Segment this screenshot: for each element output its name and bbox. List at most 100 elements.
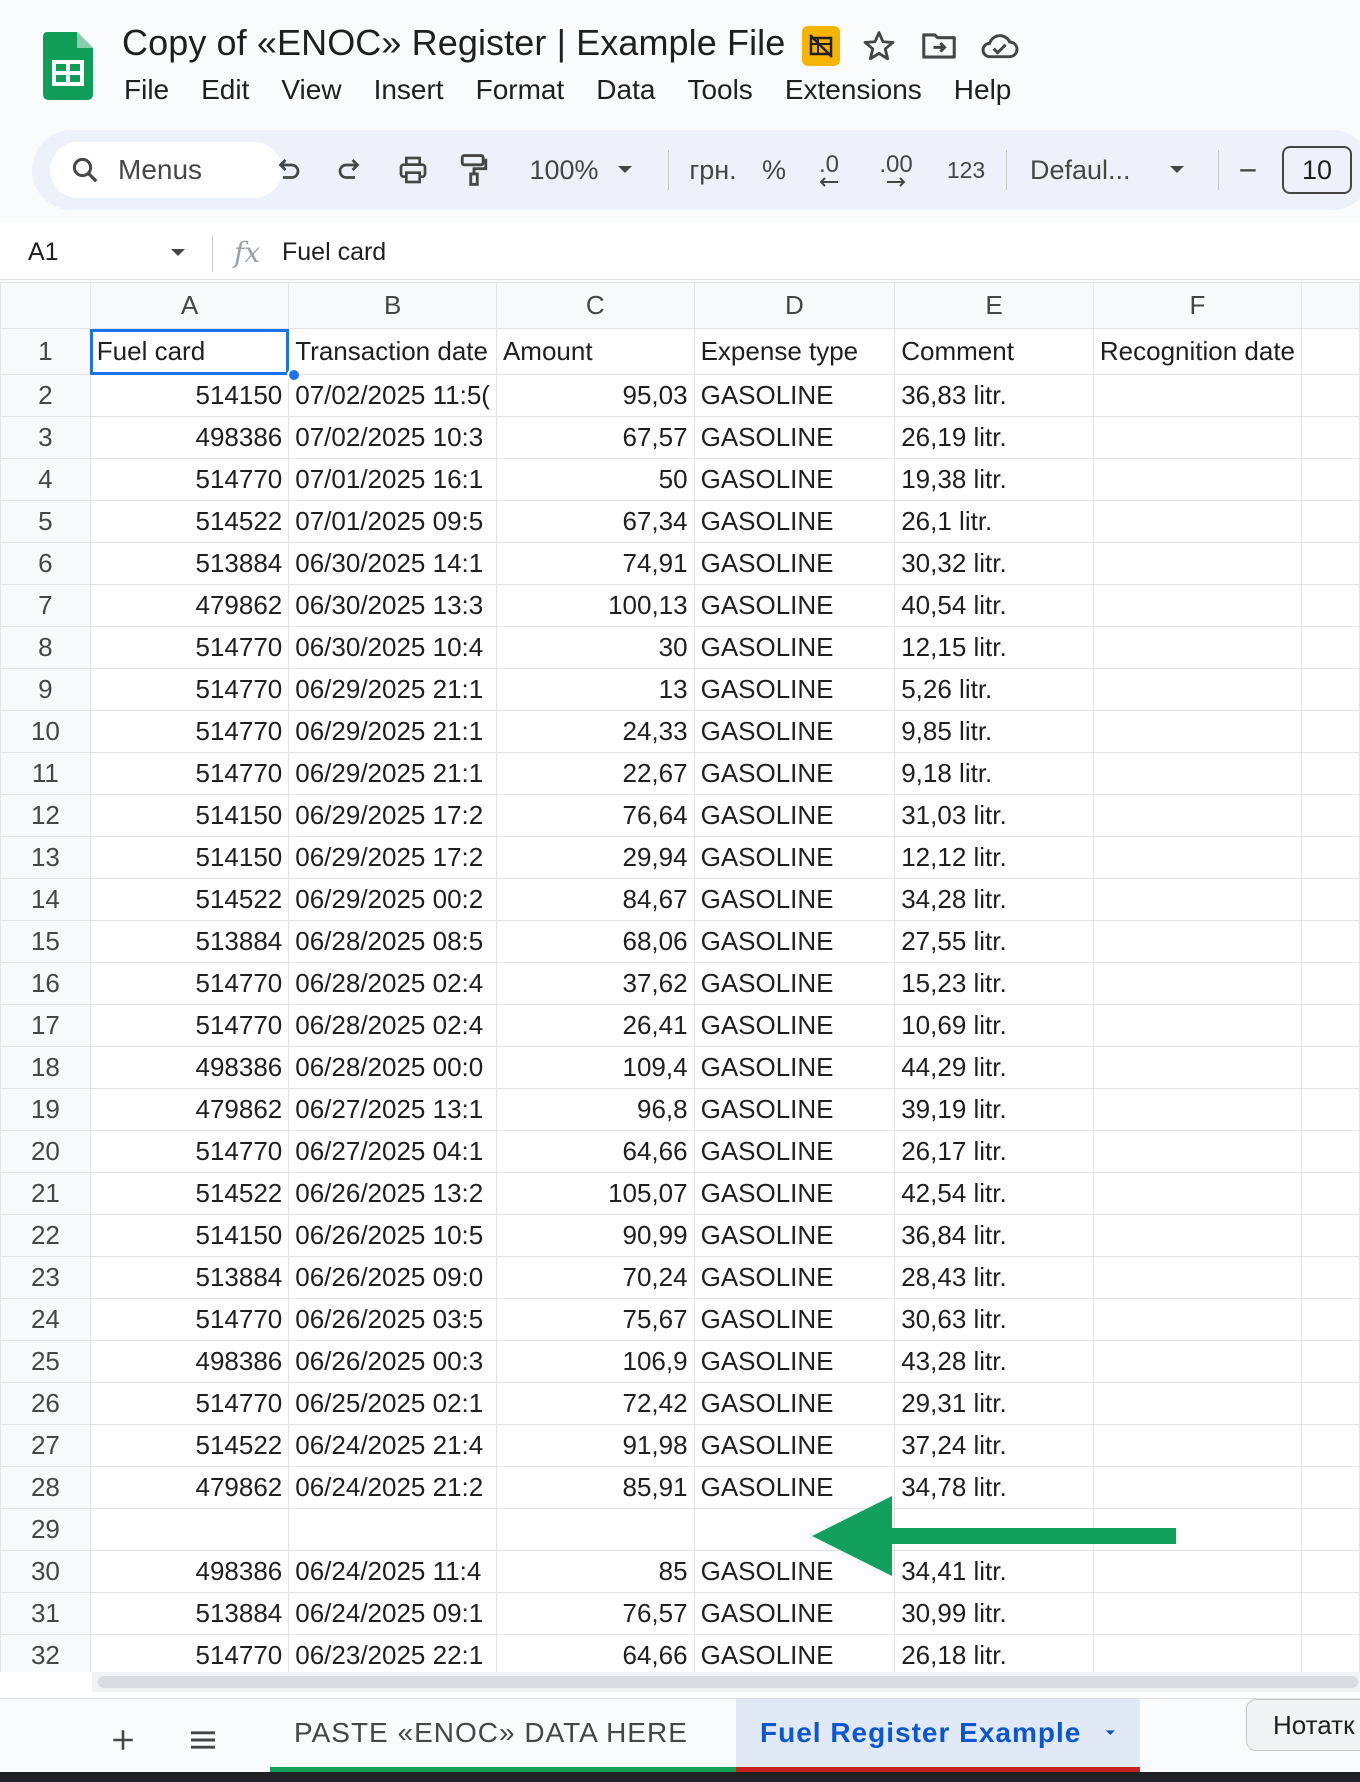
cell[interactable]: [1301, 626, 1360, 669]
star-icon[interactable]: [858, 24, 900, 68]
cell[interactable]: [1301, 1508, 1360, 1551]
cell-expense-type[interactable]: GASOLINE: [693, 962, 896, 1005]
cell-transaction-date[interactable]: 06/26/2025 00:3: [288, 1340, 497, 1383]
cell-comment[interactable]: 28,43 litr.: [894, 1256, 1094, 1299]
cell-recognition-date[interactable]: [1092, 836, 1303, 879]
cell-header-recognition-date[interactable]: Recognition date: [1092, 328, 1303, 375]
cell-comment[interactable]: 36,84 litr.: [894, 1214, 1094, 1257]
row-header[interactable]: 15: [0, 920, 91, 963]
cell[interactable]: [1301, 584, 1360, 627]
cell-expense-type[interactable]: GASOLINE: [693, 836, 896, 879]
menu-edit[interactable]: Edit: [185, 74, 265, 106]
cell[interactable]: [1301, 1592, 1360, 1635]
cell-transaction-date[interactable]: 06/24/2025 09:1: [288, 1592, 497, 1635]
cell-expense-type[interactable]: GASOLINE: [693, 1004, 896, 1047]
cell-comment[interactable]: 37,24 litr.: [894, 1424, 1094, 1467]
cell-transaction-date[interactable]: 06/30/2025 10:4: [288, 626, 497, 669]
cell-transaction-date[interactable]: 06/24/2025 11:4: [288, 1550, 497, 1593]
cell-fuel-card[interactable]: 479862: [89, 1466, 290, 1509]
zoom-select[interactable]: 100%: [522, 142, 606, 198]
format-currency-button[interactable]: грн.: [680, 142, 746, 198]
column-header-d[interactable]: D: [693, 282, 896, 329]
cell-fuel-card[interactable]: 498386: [89, 1046, 290, 1089]
cell-recognition-date[interactable]: [1092, 1004, 1303, 1047]
select-all-corner[interactable]: [0, 282, 91, 329]
cell-recognition-date[interactable]: [1092, 1592, 1303, 1635]
row-header[interactable]: 17: [0, 1004, 91, 1047]
cell-amount[interactable]: 100,13: [495, 584, 695, 627]
cell-header-expense-type[interactable]: Expense type: [693, 328, 896, 375]
cell-transaction-date[interactable]: 06/26/2025 03:5: [288, 1298, 497, 1341]
row-header[interactable]: 7: [0, 584, 91, 627]
cell-amount[interactable]: 29,94: [495, 836, 695, 879]
column-header-f[interactable]: F: [1092, 282, 1303, 329]
cell-recognition-date[interactable]: [1092, 920, 1303, 963]
cell-amount[interactable]: 50: [495, 458, 695, 501]
cell-expense-type[interactable]: GASOLINE: [693, 710, 896, 753]
cell-fuel-card[interactable]: 514522: [89, 1424, 290, 1467]
cell-transaction-date[interactable]: 06/28/2025 02:4: [288, 1004, 497, 1047]
cell-recognition-date[interactable]: [1092, 1130, 1303, 1173]
cell-expense-type[interactable]: GASOLINE: [693, 878, 896, 921]
row-header[interactable]: 21: [0, 1172, 91, 1215]
sheet-tab-paste-enoc-data[interactable]: PASTE «ENOC» DATA HERE: [270, 1699, 736, 1773]
menu-view[interactable]: View: [265, 74, 357, 106]
format-percent-button[interactable]: %: [758, 142, 790, 198]
cell-comment[interactable]: 42,54 litr.: [894, 1172, 1094, 1215]
row-header[interactable]: 6: [0, 542, 91, 585]
cell-fuel-card[interactable]: 514150: [89, 836, 290, 879]
cell-recognition-date[interactable]: [1092, 1088, 1303, 1131]
column-header-b[interactable]: B: [288, 282, 497, 329]
font-family-select[interactable]: Defaul...: [1018, 142, 1158, 198]
cell-comment[interactable]: 27,55 litr.: [894, 920, 1094, 963]
cell-transaction-date[interactable]: 06/24/2025 21:4: [288, 1424, 497, 1467]
cell-fuel-card[interactable]: 513884: [89, 920, 290, 963]
cell-comment[interactable]: 26,19 litr.: [894, 416, 1094, 459]
cell-expense-type[interactable]: GASOLINE: [693, 1214, 896, 1257]
cell-comment[interactable]: 9,85 litr.: [894, 710, 1094, 753]
cell-transaction-date[interactable]: 06/27/2025 04:1: [288, 1130, 497, 1173]
cell-expense-type[interactable]: GASOLINE: [693, 584, 896, 627]
cell[interactable]: [1301, 878, 1360, 921]
cell[interactable]: [1301, 1004, 1360, 1047]
cell[interactable]: [1301, 1172, 1360, 1215]
cell-comment[interactable]: 31,03 litr.: [894, 794, 1094, 837]
cell-recognition-date[interactable]: [1092, 1634, 1303, 1672]
cell-fuel-card[interactable]: 514522: [89, 500, 290, 543]
cell-comment[interactable]: 44,29 litr.: [894, 1046, 1094, 1089]
cell-fuel-card[interactable]: 513884: [89, 1256, 290, 1299]
cell-fuel-card[interactable]: 514770: [89, 962, 290, 1005]
cell-expense-type[interactable]: GASOLINE: [693, 626, 896, 669]
cell-expense-type[interactable]: GASOLINE: [693, 458, 896, 501]
cell-transaction-date[interactable]: 06/29/2025 21:1: [288, 668, 497, 711]
cell-comment[interactable]: 5,26 litr.: [894, 668, 1094, 711]
row-header[interactable]: 25: [0, 1340, 91, 1383]
cell-fuel-card[interactable]: 514150: [89, 1214, 290, 1257]
cell[interactable]: [1301, 1046, 1360, 1089]
cell-fuel-card[interactable]: [89, 1508, 290, 1551]
cell-recognition-date[interactable]: [1092, 584, 1303, 627]
cell[interactable]: [1301, 710, 1360, 753]
cell-expense-type[interactable]: GASOLINE: [693, 1424, 896, 1467]
cell-recognition-date[interactable]: [1092, 1424, 1303, 1467]
cell-expense-type[interactable]: GASOLINE: [693, 1088, 896, 1131]
row-header[interactable]: 8: [0, 626, 91, 669]
paint-format-icon[interactable]: [450, 142, 498, 198]
cell-transaction-date[interactable]: 06/28/2025 02:4: [288, 962, 497, 1005]
cell-recognition-date[interactable]: [1092, 500, 1303, 543]
row-header[interactable]: 28: [0, 1466, 91, 1509]
cell-fuel-card[interactable]: 514770: [89, 1130, 290, 1173]
row-header[interactable]: 22: [0, 1214, 91, 1257]
cell-amount[interactable]: 109,4: [495, 1046, 695, 1089]
cell-recognition-date[interactable]: [1092, 542, 1303, 585]
cell[interactable]: [1301, 920, 1360, 963]
cell-amount[interactable]: 72,42: [495, 1382, 695, 1425]
sheet-tab-fuel-register-example[interactable]: Fuel Register Example: [736, 1699, 1140, 1773]
cell-recognition-date[interactable]: [1092, 1382, 1303, 1425]
row-header[interactable]: 4: [0, 458, 91, 501]
row-header[interactable]: 3: [0, 416, 91, 459]
row-header[interactable]: 24: [0, 1298, 91, 1341]
cell-comment[interactable]: 26,1 litr.: [894, 500, 1094, 543]
cell[interactable]: [1301, 1382, 1360, 1425]
font-size-input[interactable]: 10: [1282, 146, 1352, 194]
